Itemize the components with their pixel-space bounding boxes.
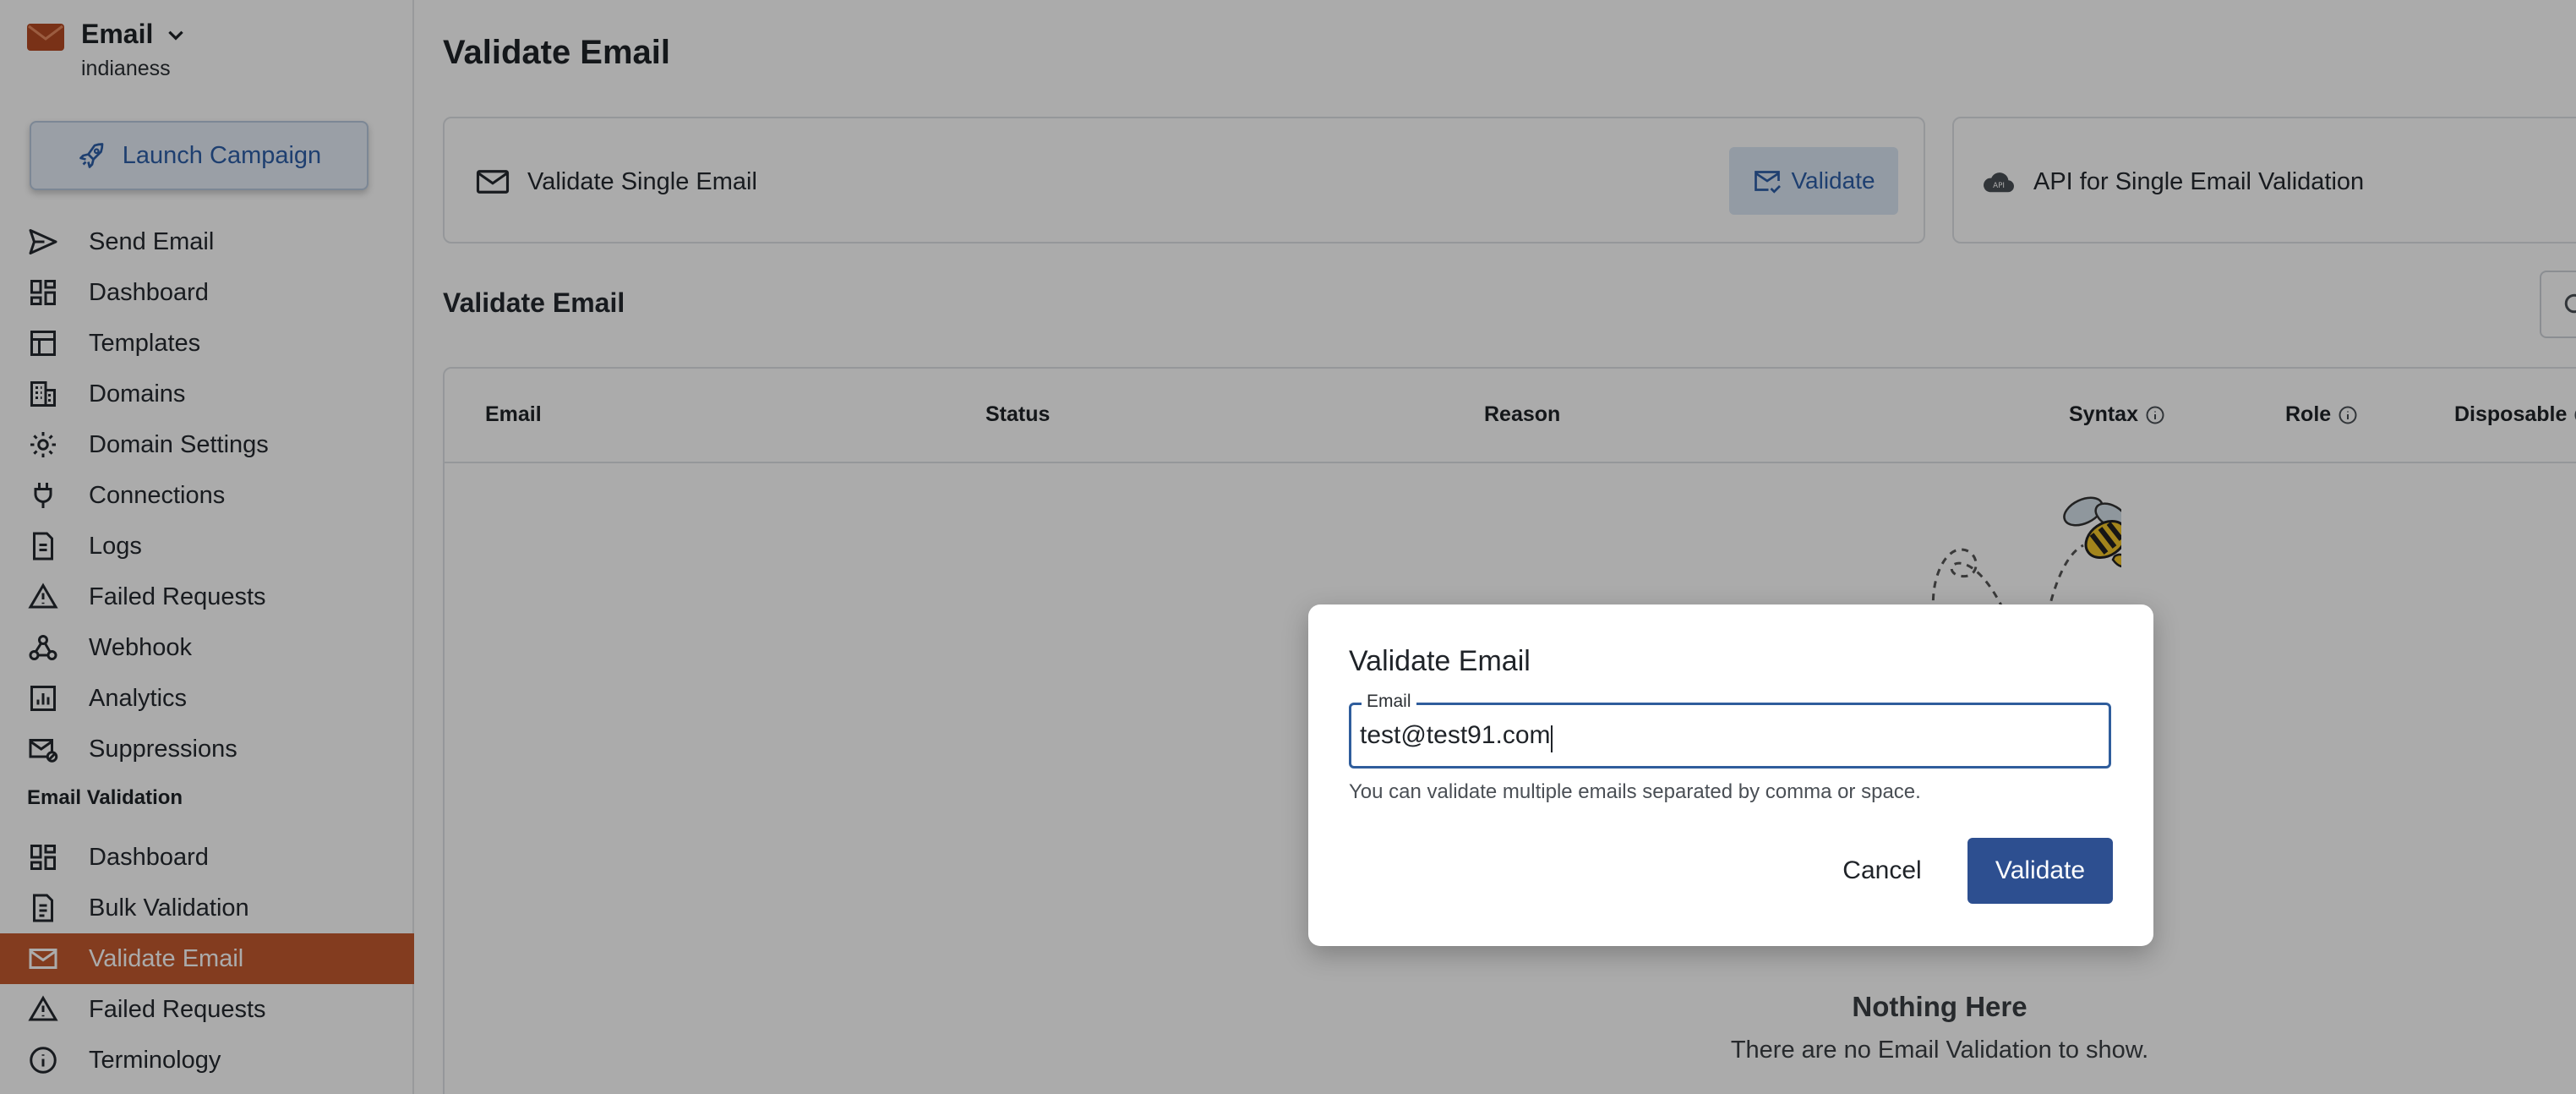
email-field: Email [1349, 692, 2111, 769]
email-field-label: Email [1362, 692, 1416, 712]
validate-email-dialog: Validate Email Email You can validate mu… [1308, 604, 2153, 946]
modal-backdrop[interactable] [0, 0, 2576, 1094]
text-cursor [1551, 725, 1553, 752]
email-helper-text: You can validate multiple emails separat… [1349, 780, 1921, 803]
email-input[interactable] [1360, 714, 2095, 758]
validate-button[interactable]: Validate [1967, 838, 2113, 904]
dialog-title: Validate Email [1349, 645, 1531, 677]
cancel-button[interactable]: Cancel [1819, 838, 1946, 904]
